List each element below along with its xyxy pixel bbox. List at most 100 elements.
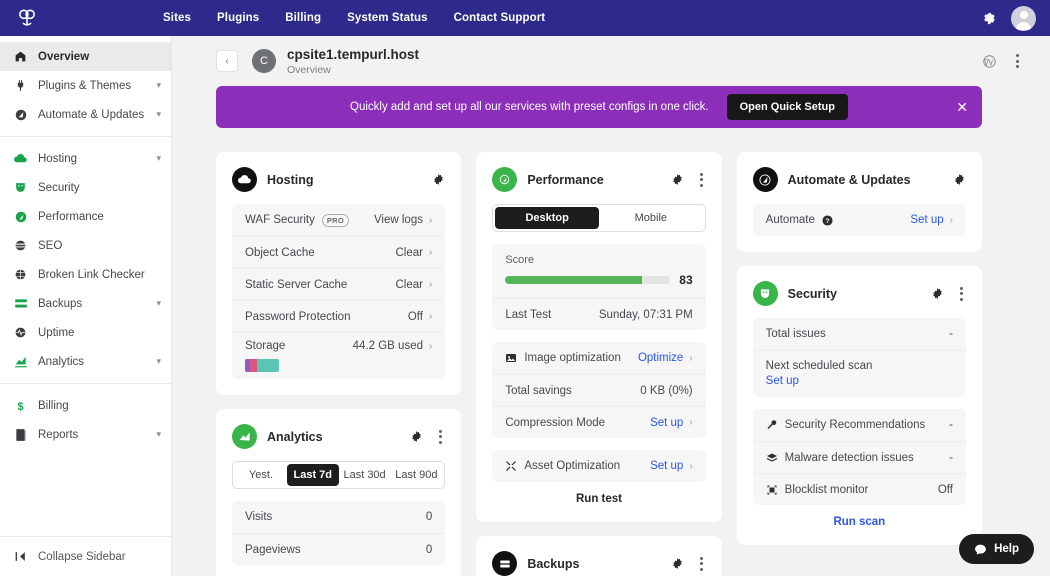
tab-desktop[interactable]: Desktop bbox=[495, 207, 599, 229]
row-label: Static Server Cache bbox=[245, 279, 347, 291]
next-scan-setup-link[interactable]: Set up bbox=[766, 375, 953, 387]
hosting-card: Hosting WAF Security PRO bbox=[216, 152, 461, 395]
sidebar-item-performance[interactable]: Performance bbox=[0, 202, 171, 231]
kebab-menu-icon[interactable] bbox=[1013, 51, 1022, 71]
row-label: Image optimization bbox=[524, 352, 621, 364]
gear-icon[interactable] bbox=[931, 287, 944, 300]
row-label: Object Cache bbox=[245, 247, 315, 259]
gear-icon[interactable] bbox=[981, 10, 997, 26]
sidebar-label: Billing bbox=[38, 400, 69, 412]
analytics-row-visits: Visits 0 bbox=[232, 501, 445, 533]
hosting-cloud-icon bbox=[232, 167, 257, 192]
help-icon[interactable]: ? bbox=[822, 215, 833, 226]
backups-card-title: Backups bbox=[527, 557, 579, 571]
back-button[interactable]: ‹ bbox=[216, 50, 238, 72]
hosting-row-object-cache[interactable]: Object Cache Clear › bbox=[232, 236, 445, 268]
page-title: cpsite1.tempurl.host bbox=[287, 47, 419, 62]
storage-usage-bar bbox=[245, 359, 279, 372]
hosting-row-storage[interactable]: Storage 44.2 GB used › bbox=[232, 332, 445, 379]
row-label-wrap: Last Test bbox=[505, 309, 551, 321]
backups-icon bbox=[12, 298, 29, 310]
wordpress-icon[interactable] bbox=[982, 54, 997, 69]
sidebar-item-plugins-themes[interactable]: Plugins & Themes ▾ bbox=[0, 71, 171, 100]
row-value-wrap: Optimize › bbox=[638, 352, 693, 364]
gear-icon[interactable] bbox=[671, 557, 684, 570]
hosting-row-password-protection[interactable]: Password Protection Off › bbox=[232, 300, 445, 332]
hosting-row-static-server-cache[interactable]: Static Server Cache Clear › bbox=[232, 268, 445, 300]
performance-card-actions bbox=[671, 170, 706, 190]
security-card: Security Total issues bbox=[737, 266, 982, 545]
performance-icon bbox=[492, 167, 517, 192]
gear-icon[interactable] bbox=[671, 173, 684, 186]
analytics-row-pageviews: Pageviews 0 bbox=[232, 533, 445, 565]
security-row-recommendations[interactable]: Security Recommendations - bbox=[753, 409, 966, 441]
tab-last-30d[interactable]: Last 30d bbox=[339, 464, 391, 486]
security-row-malware[interactable]: Malware detection issues - bbox=[753, 441, 966, 473]
top-nav-plugins[interactable]: Plugins bbox=[217, 12, 259, 24]
sidebar-item-overview[interactable]: Overview bbox=[0, 42, 171, 71]
tab-last-7d[interactable]: Last 7d bbox=[287, 464, 339, 486]
sidebar-label: Overview bbox=[38, 51, 89, 63]
backups-card-actions bbox=[671, 554, 706, 574]
row-value-wrap: 44.2 GB used › bbox=[353, 340, 433, 352]
sidebar-item-backups[interactable]: Backups ▾ bbox=[0, 289, 171, 318]
chevron-right-icon: › bbox=[429, 341, 432, 352]
top-nav-contact-support[interactable]: Contact Support bbox=[454, 12, 546, 24]
kebab-menu-icon[interactable] bbox=[697, 554, 706, 574]
chevron-right-icon: › bbox=[429, 215, 432, 226]
tab-mobile[interactable]: Mobile bbox=[599, 207, 703, 229]
sidebar-item-broken-link-checker[interactable]: Broken Link Checker bbox=[0, 260, 171, 289]
help-button[interactable]: Help bbox=[959, 534, 1034, 564]
top-nav-billing[interactable]: Billing bbox=[285, 12, 321, 24]
tab-last-90d[interactable]: Last 90d bbox=[390, 464, 442, 486]
sidebar-item-hosting[interactable]: Hosting ▾ bbox=[0, 144, 171, 173]
sidebar-label: SEO bbox=[38, 240, 62, 252]
tab-yesterday[interactable]: Yest. bbox=[235, 464, 287, 486]
row-label: Blocklist monitor bbox=[785, 484, 869, 496]
performance-card-title: Performance bbox=[527, 173, 603, 187]
row-label-wrap: Security Recommendations bbox=[766, 419, 926, 431]
top-nav-sites[interactable]: Sites bbox=[163, 12, 191, 24]
top-nav-system-status[interactable]: System Status bbox=[347, 12, 428, 24]
security-row-blocklist[interactable]: Blocklist monitor Off bbox=[753, 473, 966, 505]
open-quick-setup-button[interactable]: Open Quick Setup bbox=[727, 94, 848, 120]
column-left: Hosting WAF Security PRO bbox=[216, 152, 461, 576]
sidebar-item-reports[interactable]: Reports ▾ bbox=[0, 420, 171, 449]
row-value: Optimize bbox=[638, 352, 683, 364]
performance-row-compression-mode[interactable]: Compression Mode Set up › bbox=[492, 406, 705, 438]
run-scan-button[interactable]: Run scan bbox=[753, 505, 966, 529]
cloud-icon bbox=[12, 151, 29, 166]
row-value: Clear bbox=[396, 247, 423, 259]
gear-icon[interactable] bbox=[410, 430, 423, 443]
row-label: Storage bbox=[245, 340, 285, 352]
sidebar-scroll-area: Overview Plugins & Themes ▾ Automate & U… bbox=[0, 36, 171, 536]
performance-row-image-optimization[interactable]: Image optimization Optimize › bbox=[492, 342, 705, 374]
sidebar-item-billing[interactable]: $ Billing bbox=[0, 391, 171, 420]
hosting-row-waf-security[interactable]: WAF Security PRO View logs › bbox=[232, 204, 445, 236]
wpmudev-cloud-logo[interactable] bbox=[14, 5, 40, 31]
row-label: Automate bbox=[766, 214, 815, 226]
row-value: - bbox=[949, 452, 953, 464]
sidebar-item-security[interactable]: Security bbox=[0, 173, 171, 202]
row-value-wrap: Clear › bbox=[396, 279, 433, 291]
gear-icon[interactable] bbox=[953, 173, 966, 186]
sidebar-item-uptime[interactable]: Uptime bbox=[0, 318, 171, 347]
kebab-menu-icon[interactable] bbox=[957, 284, 966, 304]
performance-row-asset-optimization[interactable]: Asset Optimization Set up › bbox=[492, 450, 705, 482]
run-test-button[interactable]: Run test bbox=[492, 482, 705, 506]
kebab-menu-icon[interactable] bbox=[436, 427, 445, 447]
sidebar-item-seo[interactable]: SEO bbox=[0, 231, 171, 260]
chevron-down-icon: ▾ bbox=[156, 153, 161, 164]
avatar[interactable] bbox=[1011, 6, 1036, 31]
collapse-sidebar-button[interactable]: Collapse Sidebar bbox=[0, 536, 171, 576]
row-label: Asset Optimization bbox=[524, 460, 620, 472]
row-label: Total issues bbox=[766, 328, 826, 340]
sidebar-item-analytics[interactable]: Analytics ▾ bbox=[0, 347, 171, 376]
automate-row-automate[interactable]: Automate ? Set up › bbox=[753, 204, 966, 236]
hosting-rows: WAF Security PRO View logs › Object Cach… bbox=[232, 204, 445, 379]
gear-icon[interactable] bbox=[432, 173, 445, 186]
site-avatar: C bbox=[252, 49, 276, 73]
kebab-menu-icon[interactable] bbox=[697, 170, 706, 190]
close-icon[interactable]: ✕ bbox=[956, 100, 968, 114]
sidebar-item-automate-updates[interactable]: Automate & Updates ▾ bbox=[0, 100, 171, 129]
